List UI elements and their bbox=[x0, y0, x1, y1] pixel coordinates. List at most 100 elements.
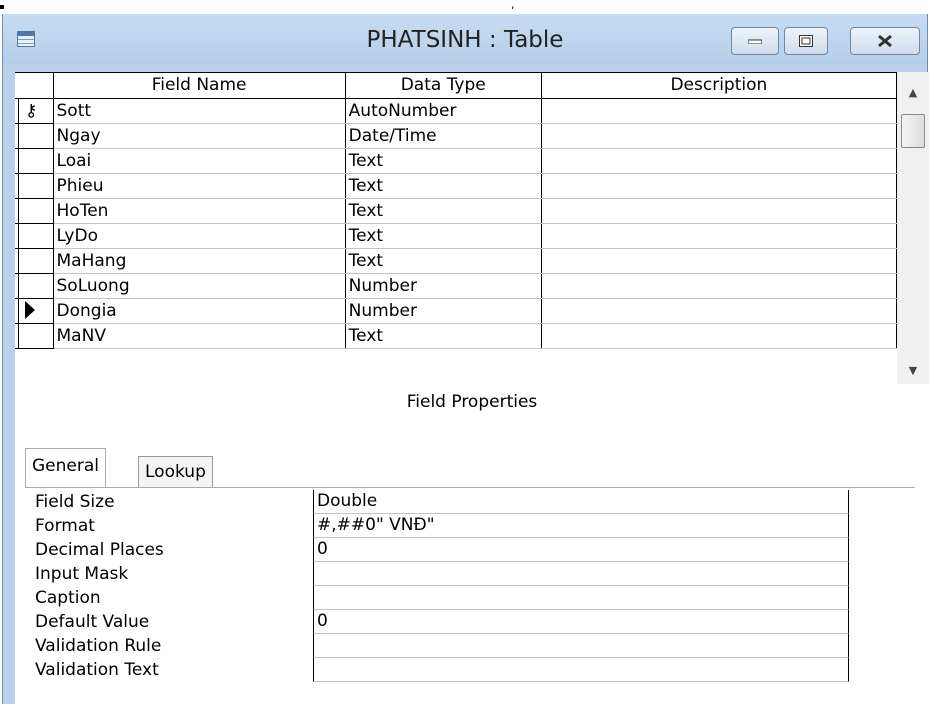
field-name-cell[interactable]: Ngay bbox=[53, 123, 346, 149]
data-type-cell[interactable]: Number bbox=[345, 298, 542, 324]
data-type-cell[interactable]: Text bbox=[345, 198, 542, 224]
property-value-field[interactable]: 0 bbox=[313, 538, 849, 562]
property-value-field[interactable]: #,##0" VNĐ" bbox=[313, 514, 849, 538]
field-name-header[interactable]: Field Name bbox=[53, 73, 346, 99]
property-row: Field Size Double bbox=[35, 490, 855, 514]
field-name-cell[interactable]: Dongia bbox=[53, 298, 346, 324]
tab-lookup[interactable]: Lookup bbox=[138, 456, 213, 488]
key-icon: ⚷ bbox=[25, 100, 38, 121]
property-row: Caption bbox=[35, 586, 855, 610]
field-name-cell[interactable]: Phieu bbox=[53, 173, 346, 199]
data-type-header[interactable]: Data Type bbox=[345, 73, 542, 99]
description-cell[interactable] bbox=[541, 98, 898, 124]
property-value-field[interactable]: 0 bbox=[313, 610, 849, 634]
property-value-field[interactable] bbox=[313, 562, 849, 586]
background-text: , bbox=[511, 0, 515, 11]
description-cell[interactable] bbox=[541, 323, 898, 349]
row-selector[interactable] bbox=[15, 148, 54, 174]
title-bar[interactable]: PHATSINH : Table bbox=[3, 14, 927, 64]
description-cell[interactable] bbox=[541, 123, 898, 149]
tab-general[interactable]: General bbox=[25, 448, 106, 488]
restore-icon bbox=[799, 35, 813, 47]
field-row[interactable]: HoTen Text bbox=[15, 198, 898, 224]
property-name: Caption bbox=[35, 588, 101, 608]
row-selector[interactable] bbox=[15, 323, 54, 349]
row-selector[interactable] bbox=[15, 273, 54, 299]
property-row: Validation Rule bbox=[35, 634, 855, 658]
background-mark bbox=[0, 5, 4, 9]
select-all-corner[interactable] bbox=[15, 73, 54, 99]
property-value-field[interactable] bbox=[313, 586, 849, 610]
scroll-down-icon[interactable]: ▼ bbox=[897, 358, 929, 384]
data-type-cell[interactable]: Text bbox=[345, 323, 542, 349]
close-icon bbox=[878, 34, 892, 48]
field-row[interactable]: LyDo Text bbox=[15, 223, 898, 249]
scroll-up-icon[interactable]: ▲ bbox=[897, 80, 929, 106]
field-design-grid: Field Name Data Type Description ⚷ Sott Au… bbox=[15, 72, 898, 384]
tab-divider bbox=[25, 487, 915, 488]
description-cell[interactable] bbox=[541, 148, 898, 174]
maximize-button[interactable] bbox=[784, 27, 828, 55]
data-type-cell[interactable]: Text bbox=[345, 173, 542, 199]
property-value-field[interactable]: Double bbox=[313, 490, 849, 514]
field-row[interactable]: Ngay Date/Time bbox=[15, 123, 898, 149]
row-selector[interactable] bbox=[15, 173, 54, 199]
row-selector[interactable] bbox=[15, 298, 54, 324]
data-type-cell[interactable]: Text bbox=[345, 148, 542, 174]
field-row[interactable]: Loai Text bbox=[15, 148, 898, 174]
field-row[interactable]: ⚷ Sott AutoNumber bbox=[15, 98, 898, 124]
field-name-cell[interactable]: MaNV bbox=[53, 323, 346, 349]
field-name-cell[interactable]: LyDo bbox=[53, 223, 346, 249]
field-name-cell[interactable]: SoLuong bbox=[53, 273, 346, 299]
row-selector[interactable] bbox=[15, 223, 54, 249]
property-name: Decimal Places bbox=[35, 540, 164, 560]
field-row[interactable]: Dongia Number bbox=[15, 298, 898, 324]
row-selector[interactable] bbox=[15, 248, 54, 274]
table-design-window: PHATSINH : Table Field Name Data Type De… bbox=[2, 14, 929, 704]
minimize-button[interactable] bbox=[731, 27, 779, 55]
description-cell[interactable] bbox=[541, 273, 898, 299]
data-type-cell[interactable]: Text bbox=[345, 248, 542, 274]
description-cell[interactable] bbox=[541, 173, 898, 199]
scroll-thumb[interactable] bbox=[901, 114, 925, 148]
row-selector[interactable] bbox=[15, 123, 54, 149]
field-name-cell[interactable]: Loai bbox=[53, 148, 346, 174]
close-button[interactable] bbox=[850, 27, 920, 55]
grid-header-row: Field Name Data Type Description bbox=[15, 73, 898, 99]
property-value-field[interactable] bbox=[313, 634, 849, 658]
background-window-strip: , bbox=[0, 0, 931, 14]
description-header[interactable]: Description bbox=[541, 73, 898, 99]
data-type-cell[interactable]: AutoNumber bbox=[345, 98, 542, 124]
description-cell[interactable] bbox=[541, 298, 898, 324]
property-row: Decimal Places 0 bbox=[35, 538, 855, 562]
property-name: Validation Rule bbox=[35, 636, 162, 656]
row-selector[interactable]: ⚷ bbox=[15, 98, 54, 124]
property-row: Format #,##0" VNĐ" bbox=[35, 514, 855, 538]
field-properties-title: Field Properties bbox=[15, 384, 929, 420]
row-pointer-icon bbox=[25, 300, 35, 319]
data-type-cell[interactable]: Date/Time bbox=[345, 123, 542, 149]
description-cell[interactable] bbox=[541, 198, 898, 224]
field-row[interactable]: SoLuong Number bbox=[15, 273, 898, 299]
description-cell[interactable] bbox=[541, 248, 898, 274]
description-cell[interactable] bbox=[541, 223, 898, 249]
property-row: Input Mask bbox=[35, 562, 855, 586]
row-selector[interactable] bbox=[15, 198, 54, 224]
field-name-cell[interactable]: Sott bbox=[53, 98, 346, 124]
property-value-field[interactable] bbox=[313, 658, 849, 682]
field-row[interactable]: Phieu Text bbox=[15, 173, 898, 199]
field-name-cell[interactable]: MaHang bbox=[53, 248, 346, 274]
data-type-cell[interactable]: Text bbox=[345, 223, 542, 249]
property-row: Validation Text bbox=[35, 658, 855, 682]
vertical-scrollbar[interactable]: ▲ ▼ bbox=[897, 72, 929, 384]
field-row[interactable]: MaNV Text bbox=[15, 323, 898, 349]
property-list: Field Size Double Format #,##0" VNĐ" Decimal… bbox=[35, 490, 855, 682]
minimize-icon bbox=[748, 39, 762, 44]
data-type-cell[interactable]: Number bbox=[345, 273, 542, 299]
property-name: Validation Text bbox=[35, 660, 159, 680]
property-name: Field Size bbox=[35, 492, 115, 512]
field-name-cell[interactable]: HoTen bbox=[53, 198, 346, 224]
field-row[interactable]: MaHang Text bbox=[15, 248, 898, 274]
property-row: Default Value 0 bbox=[35, 610, 855, 634]
property-name: Default Value bbox=[35, 612, 150, 632]
